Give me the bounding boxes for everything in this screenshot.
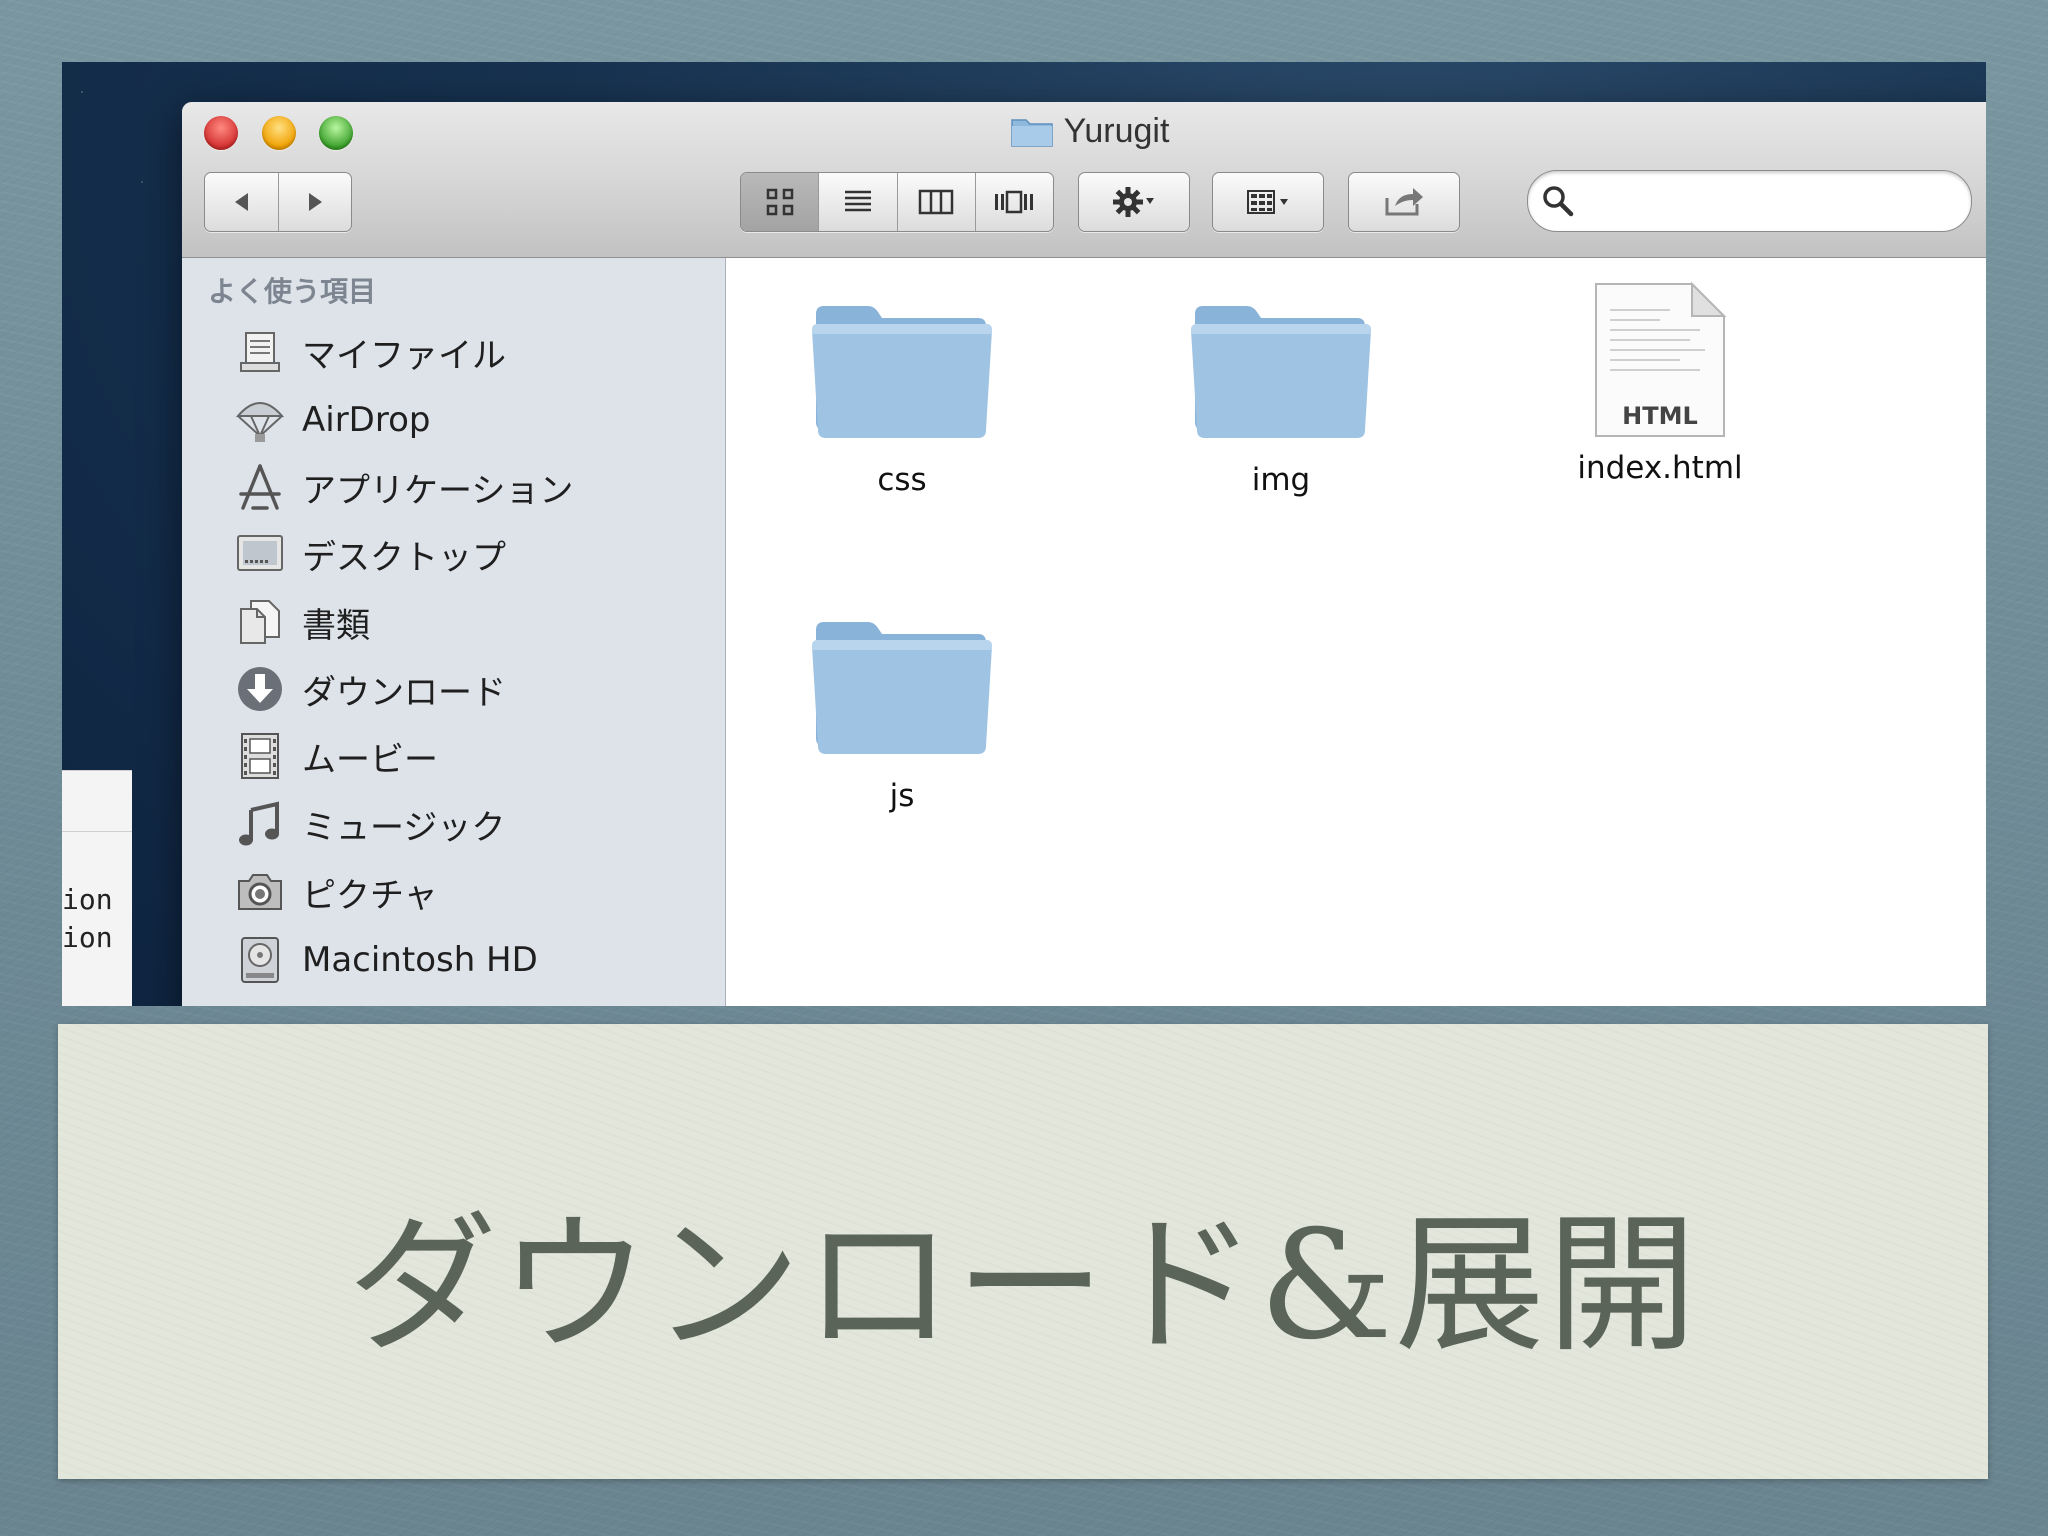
sidebar-item-label: ムービー <box>302 739 438 780</box>
file-item-img[interactable]: img <box>1161 300 1401 498</box>
back-button[interactable] <box>206 173 279 231</box>
gear-icon <box>1113 187 1154 217</box>
all-my-files-icon <box>232 324 288 380</box>
title-bar: Yurugit <box>182 102 1986 258</box>
sidebar-item-label: ミュージック <box>302 807 506 848</box>
file-name: js <box>889 778 915 814</box>
window-title-text: Yurugit <box>1063 112 1170 150</box>
finder-window: Yurugit よく使う項目 マイファイル AirDrop アプリケーション デ… <box>182 102 1986 1006</box>
downloads-icon <box>232 661 288 717</box>
back-forward-control <box>204 172 352 232</box>
folder-icon <box>1010 114 1054 157</box>
music-icon <box>232 796 288 852</box>
sidebar-item-label: ダウンロード <box>302 672 506 713</box>
search-field[interactable] <box>1527 170 1972 232</box>
file-item-js[interactable]: js <box>782 616 1022 814</box>
sidebar-item-label: AirDrop <box>302 400 431 440</box>
file-name: css <box>877 462 927 498</box>
sidebar: よく使う項目 マイファイル AirDrop アプリケーション デスクトップ 書類… <box>182 258 726 1006</box>
html-document-icon: HTML <box>1590 280 1730 440</box>
list-view-button[interactable] <box>819 173 898 231</box>
folder-icon <box>1191 306 1371 438</box>
view-mode-control <box>740 172 1054 232</box>
documents-icon <box>232 594 288 650</box>
share-button[interactable] <box>1348 172 1460 232</box>
coverflow-view-icon <box>995 190 1034 214</box>
sidebar-item-airdrop[interactable]: AirDrop <box>232 392 430 448</box>
folder-icon <box>812 622 992 754</box>
arrange-icon <box>1247 190 1288 214</box>
sidebar-item-movies[interactable]: ムービー <box>232 728 438 784</box>
folder-icon <box>812 306 992 438</box>
terminal-line: ion <box>62 883 113 916</box>
file-type-badge: HTML <box>1622 402 1698 430</box>
coverflow-view-button[interactable] <box>976 173 1053 231</box>
icon-view-icon <box>766 188 793 216</box>
screenshot-frame: ion ion Yurugit よく使う項目 マイファイル AirDrop アプ… <box>62 62 1986 1006</box>
list-view-icon <box>844 190 871 212</box>
sidebar-item-macintosh-hd[interactable]: Macintosh HD <box>232 932 538 988</box>
slide-caption: ダウンロード&展開 <box>347 1199 1699 1373</box>
airdrop-icon <box>232 392 288 448</box>
icon-view-button[interactable] <box>741 173 820 231</box>
sidebar-item-desktop[interactable]: デスクトップ <box>232 526 506 582</box>
sidebar-heading-favorites: よく使う項目 <box>208 275 377 308</box>
sidebar-item-pictures[interactable]: ピクチャ <box>232 864 438 920</box>
movies-icon <box>232 728 288 784</box>
terminal-line: ion <box>62 921 113 954</box>
file-name: img <box>1251 462 1311 498</box>
slide-caption-panel: ダウンロード&展開 <box>58 1024 1988 1479</box>
file-browser-area: css img HTML index.html js <box>726 258 1986 1006</box>
sidebar-item-label: Macintosh HD <box>302 940 538 980</box>
file-item-css[interactable]: css <box>782 300 1022 498</box>
background-terminal-window: ion ion <box>62 770 132 1006</box>
column-view-button[interactable] <box>898 173 976 231</box>
sidebar-item-applications[interactable]: アプリケーション <box>232 459 573 515</box>
back-arrow-icon <box>234 193 248 211</box>
action-menu-button[interactable] <box>1078 172 1190 232</box>
applications-icon <box>232 459 288 515</box>
search-input[interactable] <box>1588 181 1952 221</box>
sidebar-item-label: マイファイル <box>302 335 506 376</box>
sidebar-item-label: アプリケーション <box>302 470 574 511</box>
sidebar-item-all-my-files[interactable]: マイファイル <box>232 324 506 380</box>
column-view-icon <box>918 189 954 215</box>
sidebar-item-music[interactable]: ミュージック <box>232 796 505 852</box>
share-icon <box>1385 188 1423 216</box>
camera-icon <box>232 864 288 920</box>
file-name: index.html <box>1577 450 1743 486</box>
sidebar-item-label: ピクチャ <box>302 875 438 916</box>
file-item-index-html[interactable]: HTML index.html <box>1540 280 1780 486</box>
sidebar-item-downloads[interactable]: ダウンロード <box>232 661 506 717</box>
window-title: Yurugit <box>182 112 1986 157</box>
arrange-menu-button[interactable] <box>1212 172 1324 232</box>
forward-arrow-icon <box>308 193 322 211</box>
hard-drive-icon <box>232 932 288 988</box>
forward-button[interactable] <box>279 173 351 231</box>
desktop-icon <box>232 526 288 582</box>
sidebar-item-documents[interactable]: 書類 <box>232 594 370 650</box>
sidebar-item-label: デスクトップ <box>302 537 506 578</box>
search-icon <box>1543 186 1574 217</box>
sidebar-item-label: 書類 <box>302 605 370 646</box>
